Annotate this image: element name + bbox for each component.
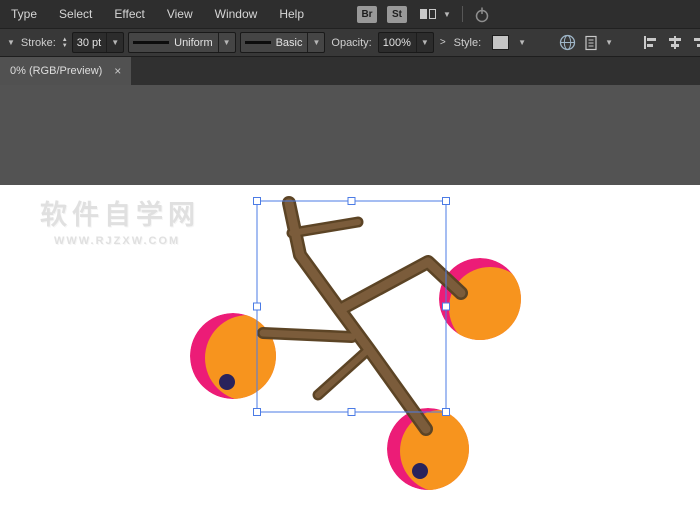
- chevron-down-icon: ▼: [605, 38, 613, 47]
- width-profile-value: Uniform: [174, 37, 213, 49]
- chevron-down-icon: ▼: [106, 33, 119, 52]
- menu-select[interactable]: Select: [48, 0, 103, 28]
- menu-help[interactable]: Help: [268, 0, 315, 28]
- opacity-label: Opacity:: [331, 37, 371, 49]
- pasteboard[interactable]: [0, 85, 700, 185]
- chevron-down-icon: ▼: [416, 33, 429, 52]
- cherry-bottom[interactable]: [387, 408, 482, 492]
- document-setup-button[interactable]: ▼: [582, 35, 615, 51]
- menu-bar: Type Select Effect View Window Help Br S…: [0, 0, 700, 28]
- menu-window[interactable]: Window: [204, 0, 269, 28]
- selection-handle[interactable]: [254, 409, 261, 416]
- document-icon: [584, 35, 599, 51]
- menubar-separator: [462, 6, 463, 22]
- selection-handle[interactable]: [443, 303, 450, 310]
- stock-button[interactable]: St: [387, 6, 407, 23]
- chevron-down-icon: ▼: [307, 33, 320, 52]
- align-left-icon: [643, 35, 659, 50]
- artboard[interactable]: 软件自学网 WWW.RJZXW.COM: [0, 185, 700, 511]
- align-center-icon: [667, 35, 683, 50]
- close-icon[interactable]: ×: [114, 65, 121, 77]
- opacity-more-button[interactable]: >: [438, 37, 448, 48]
- cherry-left[interactable]: [190, 313, 291, 401]
- selection-handle[interactable]: [254, 303, 261, 310]
- menu-type[interactable]: Type: [0, 0, 48, 28]
- selection-handle[interactable]: [254, 198, 261, 205]
- stroke-weight-value: 30 pt: [77, 37, 101, 49]
- uniform-profile-preview: [133, 41, 169, 44]
- stepper-down-icon[interactable]: ▼: [62, 43, 68, 49]
- cherry-seed: [219, 374, 235, 390]
- arrange-documents-icon: [419, 7, 437, 21]
- document-tab[interactable]: 0% (RGB/Preview) ×: [0, 57, 131, 85]
- chevron-down-icon: ▼: [443, 10, 451, 19]
- brush-definition-select[interactable]: Basic ▼: [240, 32, 326, 53]
- branches[interactable]: [263, 203, 461, 429]
- style-select[interactable]: ▼: [487, 32, 531, 53]
- share-button[interactable]: [472, 6, 492, 23]
- panel-collapse-chevron-icon[interactable]: ▼: [7, 38, 15, 47]
- recolor-artwork-button[interactable]: [557, 34, 578, 51]
- cherry-seed: [412, 463, 428, 479]
- chevron-down-icon: ▼: [218, 33, 231, 52]
- cherry-right[interactable]: [439, 258, 531, 349]
- width-profile-select[interactable]: Uniform ▼: [128, 32, 235, 53]
- align-center-button[interactable]: [665, 35, 685, 50]
- brush-preview: [245, 41, 271, 44]
- menu-view[interactable]: View: [156, 0, 204, 28]
- chevron-down-icon: ▼: [518, 38, 526, 47]
- cherry-branch-artwork: [0, 185, 700, 511]
- stroke-label: Stroke:: [21, 37, 56, 49]
- align-left-button[interactable]: [641, 35, 661, 50]
- arrange-documents-button[interactable]: ▼: [417, 7, 453, 21]
- opacity-select[interactable]: 100% ▼: [378, 32, 434, 53]
- selection-handle[interactable]: [443, 198, 450, 205]
- stroke-weight-select[interactable]: 30 pt ▼: [72, 32, 124, 53]
- illustrator-window: { "menubar": { "items": ["Type", "Select…: [0, 0, 700, 511]
- align-right-icon: [691, 35, 700, 50]
- color-wheel-icon: [559, 34, 576, 51]
- bridge-button[interactable]: Br: [357, 6, 377, 23]
- control-bar: ▼ Stroke: ▲ ▼ 30 pt ▼ Uniform ▼ Basic ▼ …: [0, 28, 700, 57]
- stroke-weight-stepper[interactable]: ▲ ▼: [62, 37, 68, 49]
- style-swatch: [492, 35, 509, 50]
- selection-handle[interactable]: [348, 198, 355, 205]
- style-label: Style:: [454, 37, 482, 49]
- document-tab-bar: 0% (RGB/Preview) ×: [0, 57, 700, 85]
- menu-effect[interactable]: Effect: [103, 0, 155, 28]
- share-icon: [474, 6, 490, 23]
- selection-handle[interactable]: [443, 409, 450, 416]
- selection-handle[interactable]: [348, 409, 355, 416]
- align-right-button[interactable]: [689, 35, 700, 50]
- document-tab-title: 0% (RGB/Preview): [10, 65, 102, 77]
- opacity-value: 100%: [383, 37, 411, 49]
- brush-value: Basic: [276, 37, 303, 49]
